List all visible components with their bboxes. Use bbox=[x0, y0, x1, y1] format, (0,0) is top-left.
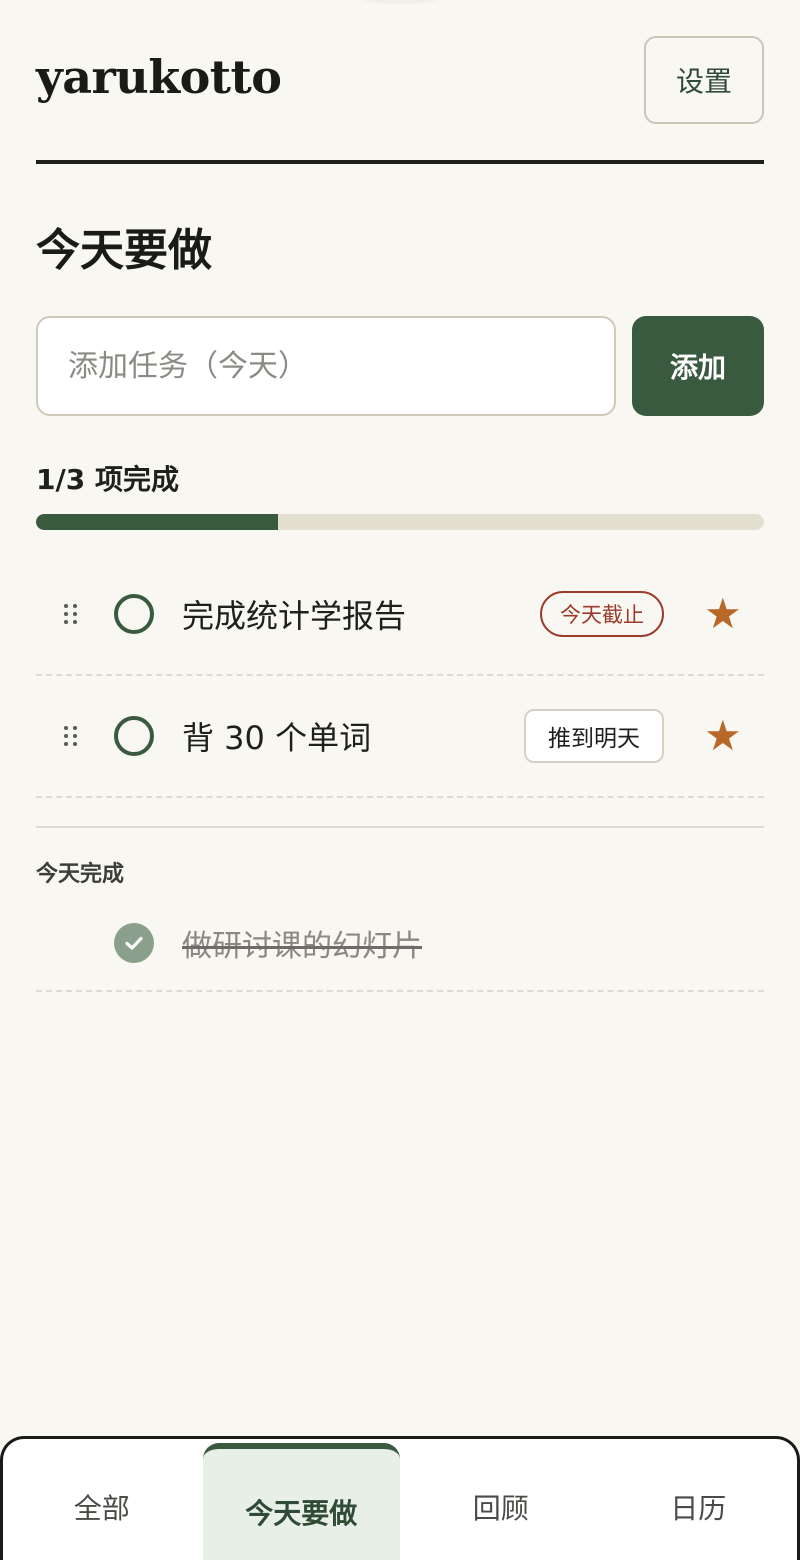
tab-review[interactable]: 回顾 bbox=[402, 1439, 600, 1560]
star-icon[interactable]: ★ bbox=[704, 715, 742, 757]
tab-today[interactable]: 今天要做 bbox=[202, 1443, 400, 1560]
add-task-input[interactable] bbox=[36, 316, 616, 416]
section-divider bbox=[36, 826, 764, 828]
task-row: 背 30 个单词 推到明天 ★ bbox=[36, 676, 764, 798]
tab-all[interactable]: 全部 bbox=[3, 1439, 201, 1560]
add-task-button[interactable]: 添加 bbox=[632, 316, 764, 416]
done-section-heading: 今天完成 bbox=[36, 862, 125, 887]
progress-bar-fill bbox=[36, 514, 279, 530]
camera-notch bbox=[355, 0, 445, 4]
progress-bar bbox=[36, 514, 764, 530]
task-title: 背 30 个单词 bbox=[182, 719, 372, 757]
app-title: yarukotto bbox=[36, 50, 282, 104]
drag-handle-icon[interactable] bbox=[64, 604, 78, 624]
settings-button[interactable]: 设置 bbox=[644, 36, 764, 124]
task-row: 完成统计学报告 今天截止 ★ bbox=[36, 554, 764, 676]
drag-handle-icon[interactable] bbox=[64, 726, 78, 746]
done-list: 做研讨课的幻灯片 bbox=[36, 896, 764, 992]
check-icon bbox=[125, 936, 143, 950]
done-task-title: 做研讨课的幻灯片 bbox=[182, 929, 422, 964]
defer-to-tomorrow-button[interactable]: 推到明天 bbox=[524, 709, 664, 763]
task-title: 完成统计学报告 bbox=[182, 597, 407, 635]
deadline-badge: 今天截止 bbox=[540, 591, 664, 637]
checked-checkbox[interactable] bbox=[114, 923, 154, 963]
app-header: yarukotto 设置 bbox=[36, 36, 764, 164]
task-checkbox[interactable] bbox=[114, 716, 154, 756]
task-list: 完成统计学报告 今天截止 ★ 背 30 个单词 推到明天 ★ bbox=[36, 554, 764, 798]
page-title: 今天要做 bbox=[36, 225, 212, 276]
task-checkbox[interactable] bbox=[114, 594, 154, 634]
tab-calendar[interactable]: 日历 bbox=[600, 1439, 798, 1560]
star-icon[interactable]: ★ bbox=[704, 593, 742, 635]
progress-label: 1/3 项完成 bbox=[36, 463, 179, 496]
done-task-row: 做研讨课的幻灯片 bbox=[36, 896, 764, 992]
bottom-nav: 全部 今天要做 回顾 日历 bbox=[0, 1436, 800, 1560]
